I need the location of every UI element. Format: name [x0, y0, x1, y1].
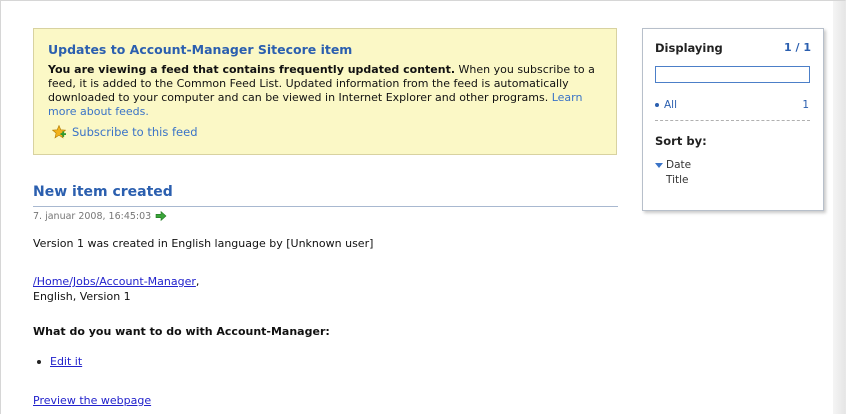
- feed-page: Updates to Account-Manager Sitecore item…: [0, 0, 846, 414]
- preview-line: Preview the webpage: [33, 394, 151, 407]
- path-line: /Home/Jobs/Account-Manager,: [33, 275, 199, 288]
- star-plus-icon: [51, 124, 67, 139]
- sort-date-label[interactable]: Date: [666, 159, 691, 171]
- sidebar-divider: [655, 120, 810, 121]
- language-version-text: English, Version 1: [33, 290, 131, 303]
- version-text: Version 1 was created in English languag…: [33, 237, 374, 250]
- feed-info-bold-text: You are viewing a feed that contains fre…: [48, 63, 456, 76]
- feed-info-text: You are viewing a feed that contains fre…: [48, 63, 602, 119]
- displaying-count: 1 / 1: [784, 41, 811, 54]
- bullet-icon: [37, 359, 41, 364]
- list-item: Edit it: [37, 355, 82, 368]
- filter-all[interactable]: All 1: [655, 99, 809, 111]
- actions-question: What do you want to do with Account-Mana…: [33, 325, 330, 338]
- item-meta: 7. januar 2008, 16:45:03: [33, 210, 167, 222]
- subscribe-link[interactable]: Subscribe to this feed: [72, 125, 198, 139]
- sort-title-label[interactable]: Title: [666, 174, 689, 186]
- actions-list: Edit it: [37, 355, 82, 368]
- displaying-label: Displaying: [655, 41, 723, 55]
- sort-desc-icon: [655, 162, 663, 168]
- feed-info-title: Updates to Account-Manager Sitecore item: [48, 42, 353, 57]
- sort-by-label: Sort by:: [655, 134, 707, 148]
- item-path-link[interactable]: /Home/Jobs/Account-Manager: [33, 275, 196, 288]
- item-divider: [33, 206, 618, 207]
- subscribe-row[interactable]: Subscribe to this feed: [51, 124, 198, 139]
- feed-info-box: Updates to Account-Manager Sitecore item…: [33, 28, 617, 155]
- item-timestamp: 7. januar 2008, 16:45:03: [33, 210, 152, 222]
- bullet-icon: [655, 103, 659, 107]
- filter-all-count: 1: [802, 99, 809, 111]
- sort-date[interactable]: Date: [655, 159, 691, 171]
- preview-webpage-link[interactable]: Preview the webpage: [33, 394, 151, 407]
- search-input[interactable]: [655, 66, 810, 83]
- item-title[interactable]: New item created: [33, 184, 173, 200]
- feed-sidebar: Displaying 1 / 1 All 1 Sort by: Date Tit…: [642, 28, 824, 211]
- green-arrow-icon[interactable]: [155, 210, 167, 222]
- edit-it-link[interactable]: Edit it: [50, 355, 82, 368]
- window-edge: [833, 1, 845, 414]
- sort-title[interactable]: Title: [655, 174, 689, 186]
- path-suffix: ,: [195, 275, 200, 288]
- filter-all-label[interactable]: All: [664, 99, 677, 111]
